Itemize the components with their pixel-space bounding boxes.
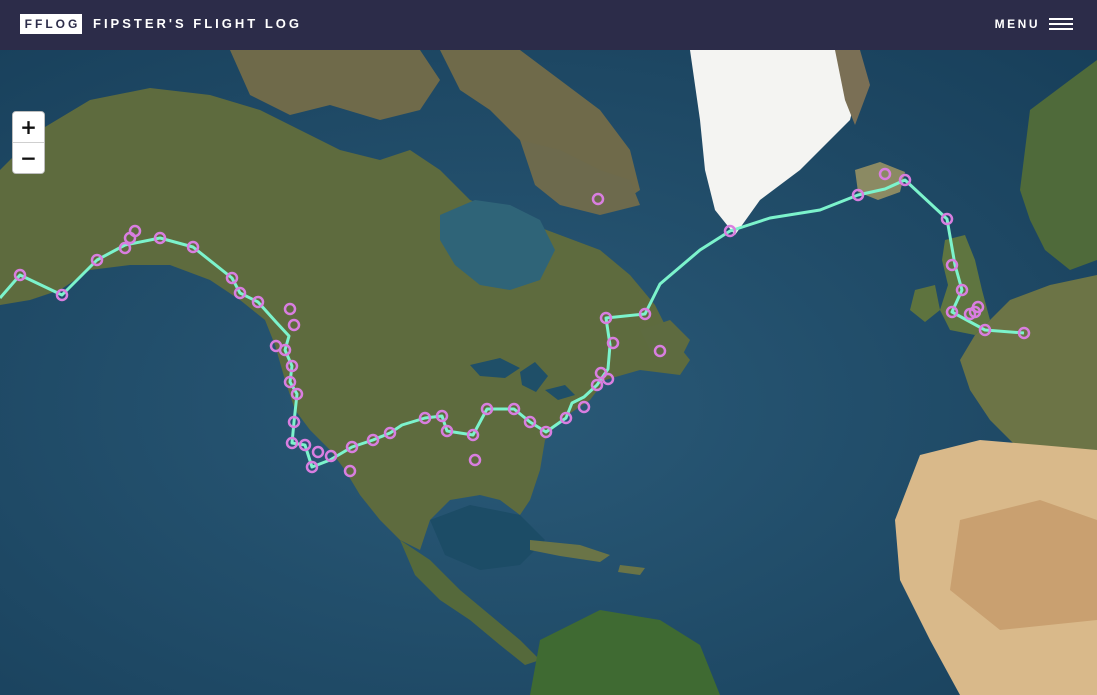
site-title[interactable]: FIPSTER'S FLIGHT LOG [93, 16, 302, 32]
zoom-control: + − [12, 111, 45, 174]
hamburger-icon [1049, 17, 1073, 31]
menu-label: MENU [994, 17, 1040, 31]
zoom-out-button[interactable]: − [13, 142, 44, 173]
site-logo[interactable]: FFLOG [20, 14, 82, 34]
zoom-in-button[interactable]: + [13, 112, 44, 142]
top-navigation-bar: FFLOG FIPSTER'S FLIGHT LOG MENU [0, 0, 1097, 50]
map-canvas [0, 50, 1097, 695]
menu-button[interactable]: MENU [995, 14, 1073, 34]
flight-map[interactable]: + − [0, 50, 1097, 695]
